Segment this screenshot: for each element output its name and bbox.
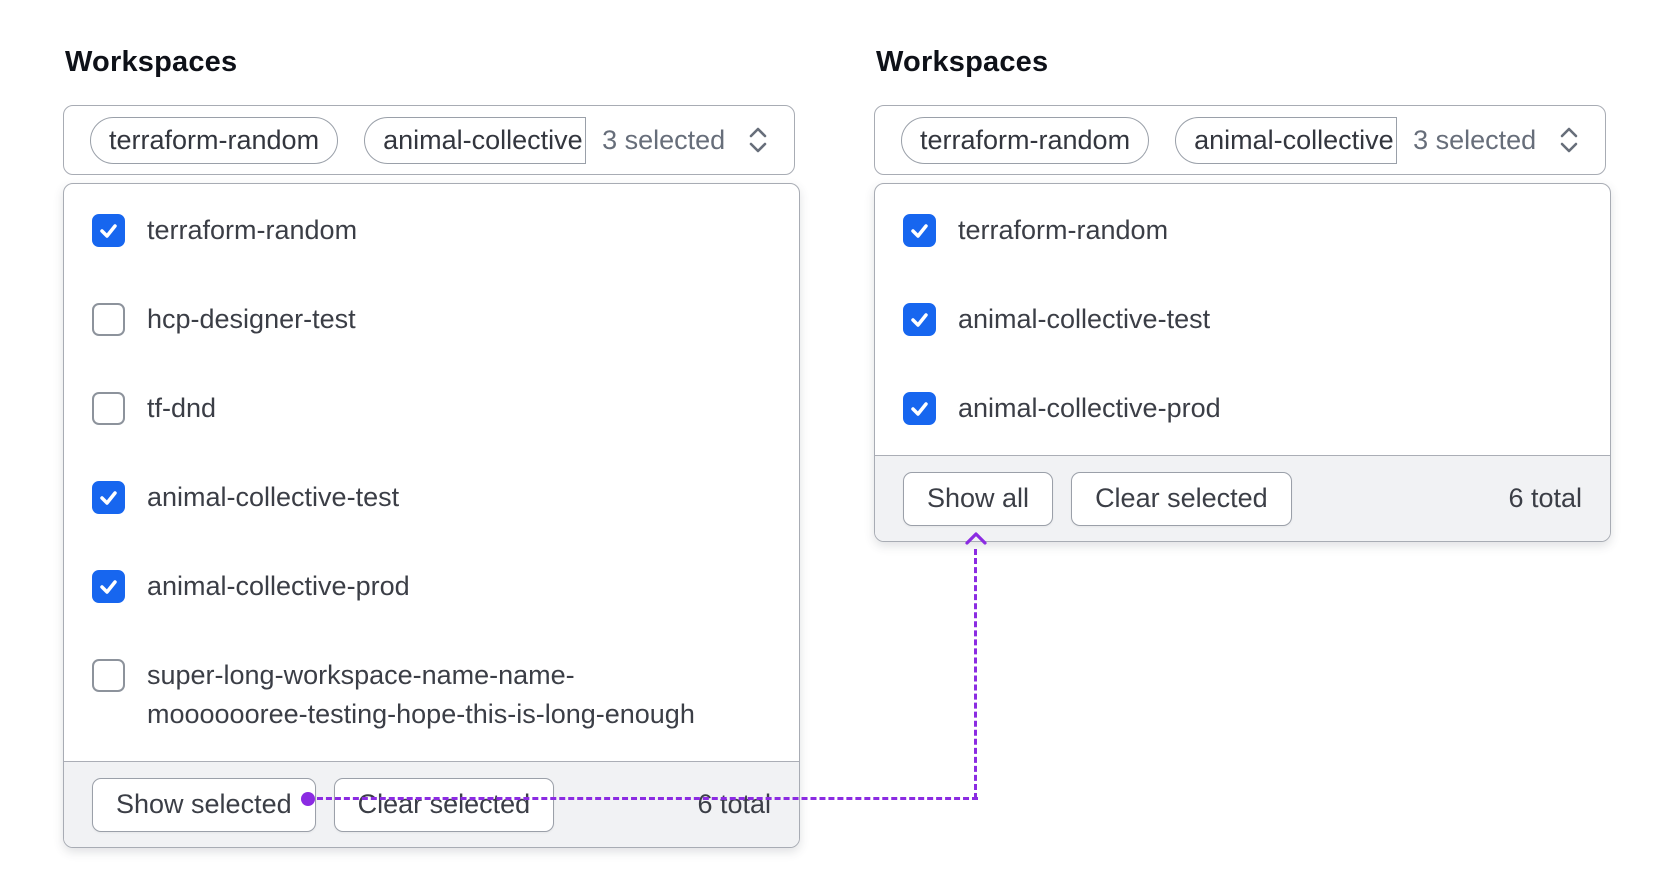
selected-pill: terraform-random bbox=[901, 116, 1150, 164]
workspace-option[interactable]: terraform-random bbox=[64, 186, 799, 275]
chevron-up-down-icon bbox=[1560, 127, 1578, 153]
workspace-option-label: terraform-random bbox=[958, 215, 1169, 245]
checkbox[interactable] bbox=[92, 570, 125, 603]
chevron-up-down-icon bbox=[749, 127, 767, 153]
workspace-option[interactable]: super-long-workspace-name-name-moooooore… bbox=[64, 631, 799, 759]
workspace-option[interactable]: tf-dnd bbox=[64, 364, 799, 453]
panel-title: Workspaces bbox=[65, 46, 238, 78]
workspace-option[interactable]: terraform-random bbox=[875, 186, 1610, 275]
workspace-option-label: super-long-workspace-name-name-moooooore… bbox=[147, 660, 695, 729]
total-count-label: 6 total bbox=[697, 789, 771, 819]
multiselect-toggle[interactable]: terraform-random animal-collective 3 sel… bbox=[874, 105, 1606, 175]
workspace-option[interactable]: animal-collective-prod bbox=[875, 364, 1610, 453]
workspace-option-label: animal-collective-test bbox=[147, 482, 400, 512]
workspace-option-label: terraform-random bbox=[147, 215, 358, 245]
checkbox[interactable] bbox=[92, 214, 125, 247]
workspace-option-label: animal-collective-prod bbox=[147, 571, 410, 601]
checkbox[interactable] bbox=[92, 303, 125, 336]
workspace-option-label: animal-collective-prod bbox=[958, 393, 1221, 423]
listbox-footer: Show all Clear selected 6 total bbox=[875, 455, 1610, 541]
total-count-label: 6 total bbox=[1508, 483, 1582, 513]
checkbox[interactable] bbox=[92, 392, 125, 425]
selected-pill: terraform-random bbox=[90, 116, 339, 164]
workspaces-panel-selected-only: Workspaces terraform-random animal-colle… bbox=[874, 44, 1614, 542]
workspace-option[interactable]: animal-collective-test bbox=[875, 275, 1610, 364]
workspace-option-label: animal-collective-test bbox=[958, 304, 1211, 334]
show-selected-button[interactable]: Show selected bbox=[92, 777, 316, 832]
workspace-listbox: terraform-random animal-collective-test … bbox=[874, 183, 1611, 542]
selected-pill-truncated: animal-collective bbox=[364, 116, 587, 164]
annotation-line-vertical bbox=[974, 549, 977, 799]
workspace-option-list: terraform-random animal-collective-test … bbox=[875, 184, 1610, 455]
selected-pill-truncated: animal-collective bbox=[1175, 116, 1398, 164]
selected-count-label: 3 selected bbox=[602, 124, 726, 155]
workspaces-panel-full-list: Workspaces terraform-random animal-colle… bbox=[63, 44, 803, 848]
canvas: Workspaces terraform-random animal-colle… bbox=[0, 0, 1672, 892]
selected-count-label: 3 selected bbox=[1413, 124, 1537, 155]
workspace-option[interactable]: animal-collective-prod bbox=[64, 542, 799, 631]
workspace-option-list: terraform-random hcp-designer-test tf-dn… bbox=[64, 184, 799, 761]
checkbox[interactable] bbox=[903, 392, 936, 425]
clear-selected-button[interactable]: Clear selected bbox=[333, 777, 555, 832]
checkbox[interactable] bbox=[92, 481, 125, 514]
workspace-option-label: tf-dnd bbox=[147, 393, 217, 423]
checkbox[interactable] bbox=[92, 659, 125, 692]
workspace-listbox: terraform-random hcp-designer-test tf-dn… bbox=[63, 183, 800, 848]
workspace-option[interactable]: hcp-designer-test bbox=[64, 275, 799, 364]
panel-title: Workspaces bbox=[876, 46, 1049, 78]
clear-selected-button[interactable]: Clear selected bbox=[1071, 471, 1292, 526]
workspace-option[interactable]: animal-collective-test bbox=[64, 453, 799, 542]
listbox-footer: Show selected Clear selected 6 total bbox=[64, 761, 799, 847]
checkbox[interactable] bbox=[903, 214, 936, 247]
show-all-button[interactable]: Show all bbox=[903, 471, 1054, 526]
checkbox[interactable] bbox=[903, 303, 936, 336]
multiselect-toggle[interactable]: terraform-random animal-collective 3 sel… bbox=[63, 105, 795, 175]
workspace-option-label: hcp-designer-test bbox=[147, 304, 356, 334]
